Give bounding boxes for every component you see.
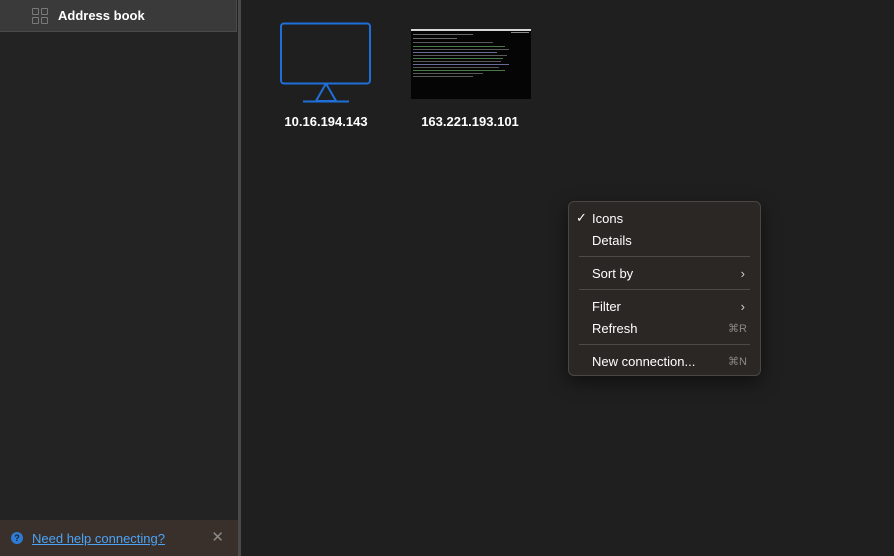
menu-item-label: Icons: [592, 211, 624, 226]
menu-separator: [579, 344, 750, 345]
chevron-right-icon: ›: [740, 299, 745, 314]
connection-name: 10.16.194.143: [284, 114, 368, 129]
sidebar-item-label: Address book: [58, 8, 145, 23]
menu-separator: [579, 289, 750, 290]
menu-item-new-connection[interactable]: New connection... ⌘N: [574, 350, 755, 372]
menu-item-icons[interactable]: ✓ Icons: [574, 207, 755, 229]
checkmark-icon: ✓: [576, 210, 587, 225]
menu-item-sort-by[interactable]: Sort by ›: [574, 262, 755, 284]
context-menu: ✓ Icons Details Sort by › Filter › Refre…: [568, 201, 761, 376]
screenshot-thumbnail: [411, 29, 531, 99]
shortcut-label: ⌘N: [728, 356, 747, 368]
connection-tile[interactable]: 163.221.193.101: [395, 22, 545, 129]
menu-item-refresh[interactable]: Refresh ⌘R: [574, 317, 755, 339]
menu-item-label: Filter: [592, 299, 621, 314]
sidebar-item-address-book[interactable]: Address book: [0, 0, 237, 32]
help-link[interactable]: Need help connecting?: [32, 531, 165, 546]
monitor-icon: [280, 22, 371, 103]
menu-item-filter[interactable]: Filter ›: [574, 295, 755, 317]
menu-separator: [579, 256, 750, 257]
help-banner: ? Need help connecting? ✕: [0, 520, 238, 556]
chevron-right-icon: ›: [740, 266, 745, 281]
menu-item-label: Refresh: [592, 321, 638, 336]
close-icon[interactable]: ✕: [211, 530, 224, 545]
grid-icon: [32, 7, 48, 24]
menu-item-label: New connection...: [592, 354, 696, 369]
connection-tile[interactable]: 10.16.194.143: [251, 22, 401, 129]
sidebar: Address book ? Need help connecting? ✕: [0, 0, 238, 556]
menu-item-label: Details: [592, 233, 632, 248]
connection-name: 163.221.193.101: [421, 114, 519, 129]
menu-item-details[interactable]: Details: [574, 229, 755, 251]
shortcut-label: ⌘R: [728, 323, 747, 335]
pane-divider[interactable]: [238, 0, 241, 556]
help-icon: ?: [11, 532, 23, 544]
menu-item-label: Sort by: [592, 266, 634, 281]
